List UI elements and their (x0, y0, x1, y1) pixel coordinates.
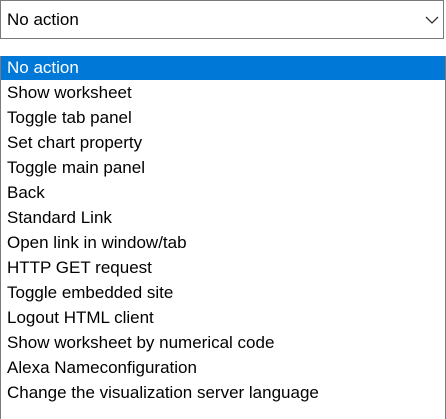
combobox-selected-value: No action (7, 10, 79, 29)
option-open-link-window-tab[interactable]: Open link in window/tab (1, 230, 445, 255)
option-toggle-tab-panel[interactable]: Toggle tab panel (1, 105, 445, 130)
option-logout-html-client[interactable]: Logout HTML client (1, 305, 445, 330)
option-set-chart-property[interactable]: Set chart property (1, 130, 445, 155)
dropdown-list: No action Show worksheet Toggle tab pane… (0, 56, 446, 419)
option-show-worksheet[interactable]: Show worksheet (1, 80, 445, 105)
option-http-get-request[interactable]: HTTP GET request (1, 255, 445, 280)
option-toggle-embedded-site[interactable]: Toggle embedded site (1, 280, 445, 305)
option-no-action[interactable]: No action (1, 56, 445, 80)
option-toggle-main-panel[interactable]: Toggle main panel (1, 155, 445, 180)
option-alexa-nameconfiguration[interactable]: Alexa Nameconfiguration (1, 355, 445, 380)
option-change-visualization-server-language[interactable]: Change the visualization server language (1, 380, 445, 405)
chevron-down-icon[interactable] (423, 11, 441, 29)
option-standard-link[interactable]: Standard Link (1, 205, 445, 230)
option-back[interactable]: Back (1, 180, 445, 205)
action-combobox[interactable]: No action (0, 0, 444, 39)
option-show-worksheet-numerical-code[interactable]: Show worksheet by numerical code (1, 330, 445, 355)
